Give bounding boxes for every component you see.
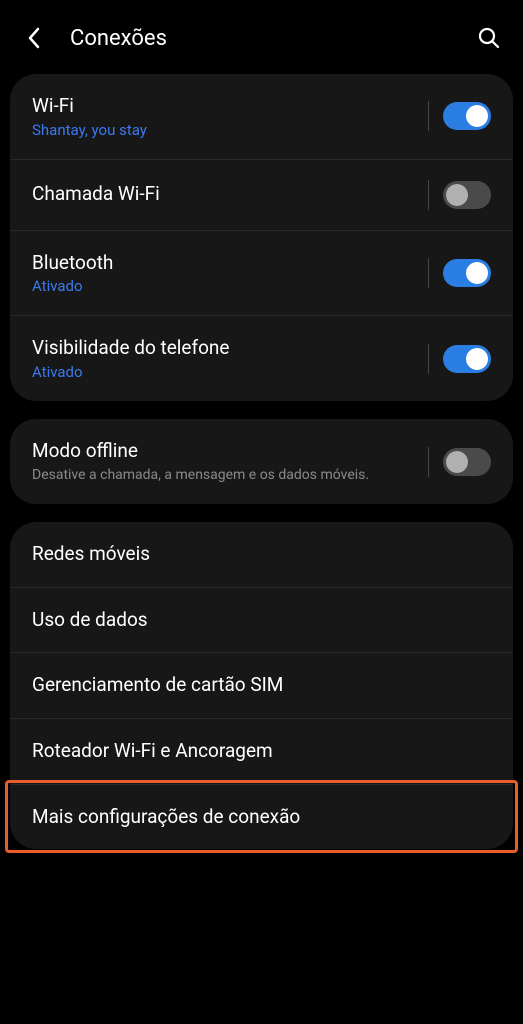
row-title: Bluetooth [32, 251, 416, 276]
row-wifi-calling[interactable]: Chamada Wi-Fi [10, 159, 513, 230]
divider [428, 101, 429, 131]
switch-wrap [416, 344, 491, 374]
bluetooth-toggle[interactable] [443, 259, 491, 287]
row-wifi[interactable]: Wi-Fi Shantay, you stay [10, 74, 513, 159]
row-title: Modo offline [32, 439, 416, 464]
row-subtitle: Shantay, you stay [32, 121, 416, 139]
settings-group-2: Modo offline Desative a chamada, a mensa… [10, 419, 513, 504]
row-title: Visibilidade do telefone [32, 336, 416, 361]
row-bluetooth[interactable]: Bluetooth Ativado [10, 230, 513, 316]
switch-wrap [416, 447, 491, 477]
switch-wrap [416, 101, 491, 131]
row-text: Visibilidade do telefone Ativado [32, 336, 416, 381]
row-text: Uso de dados [32, 608, 491, 633]
phone-visibility-toggle[interactable] [443, 345, 491, 373]
chevron-left-icon [26, 26, 42, 50]
row-text: Bluetooth Ativado [32, 251, 416, 296]
settings-group-1: Wi-Fi Shantay, you stay Chamada Wi-Fi Bl… [10, 74, 513, 401]
row-data-usage[interactable]: Uso de dados [10, 587, 513, 653]
page-title: Conexões [70, 26, 475, 51]
row-text: Roteador Wi-Fi e Ancoragem [32, 739, 491, 764]
row-mobile-networks[interactable]: Redes móveis [10, 522, 513, 587]
row-phone-visibility[interactable]: Visibilidade do telefone Ativado [10, 315, 513, 401]
row-title: Roteador Wi-Fi e Ancoragem [32, 739, 491, 764]
offline-mode-toggle[interactable] [443, 448, 491, 476]
divider [428, 447, 429, 477]
row-title: Mais configurações de conexão [32, 805, 491, 830]
row-subtitle: Desative a chamada, a mensagem e os dado… [32, 466, 416, 484]
row-text: Mais configurações de conexão [32, 805, 491, 830]
settings-group-3: Redes móveis Uso de dados Gerenciamento … [10, 522, 513, 849]
settings-content: Wi-Fi Shantay, you stay Chamada Wi-Fi Bl… [0, 74, 523, 849]
header: Conexões [0, 0, 523, 74]
row-tethering[interactable]: Roteador Wi-Fi e Ancoragem [10, 718, 513, 784]
row-text: Chamada Wi-Fi [32, 182, 416, 207]
row-text: Modo offline Desative a chamada, a mensa… [32, 439, 416, 484]
search-button[interactable] [475, 24, 503, 52]
divider [428, 180, 429, 210]
wifi-toggle[interactable] [443, 102, 491, 130]
row-title: Uso de dados [32, 608, 491, 633]
row-title: Redes móveis [32, 542, 491, 567]
back-button[interactable] [20, 24, 48, 52]
row-title: Gerenciamento de cartão SIM [32, 673, 491, 698]
row-text: Wi-Fi Shantay, you stay [32, 94, 416, 139]
row-title: Chamada Wi-Fi [32, 182, 416, 207]
row-title: Wi-Fi [32, 94, 416, 119]
switch-wrap [416, 180, 491, 210]
row-more-connection-settings[interactable]: Mais configurações de conexão [10, 784, 513, 850]
switch-wrap [416, 258, 491, 288]
row-subtitle: Ativado [32, 363, 416, 381]
divider [428, 258, 429, 288]
row-offline-mode[interactable]: Modo offline Desative a chamada, a mensa… [10, 419, 513, 504]
row-sim-management[interactable]: Gerenciamento de cartão SIM [10, 652, 513, 718]
wifi-calling-toggle[interactable] [443, 181, 491, 209]
row-text: Gerenciamento de cartão SIM [32, 673, 491, 698]
row-text: Redes móveis [32, 542, 491, 567]
search-icon [477, 26, 501, 50]
row-subtitle: Ativado [32, 277, 416, 295]
divider [428, 344, 429, 374]
